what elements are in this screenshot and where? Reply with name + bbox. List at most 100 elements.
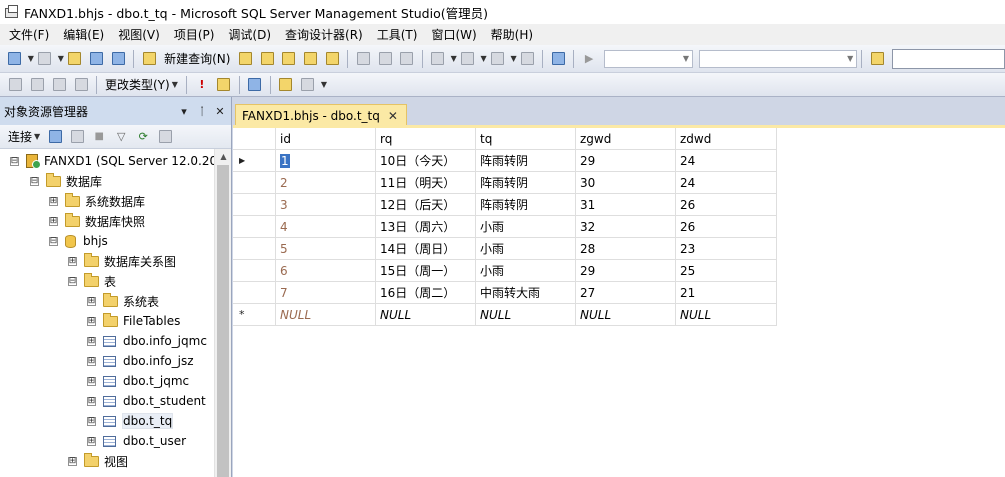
expand-icon[interactable]: ⊞ <box>87 436 96 446</box>
tree-node-system-databases[interactable]: ⊞ 系统数据库 <box>49 191 145 211</box>
column-header[interactable]: id <box>276 128 376 150</box>
expand-icon[interactable]: ⊞ <box>87 416 96 426</box>
dmx-query-icon[interactable] <box>302 50 320 68</box>
grid-cell[interactable]: 30 <box>576 172 676 194</box>
grid-cell[interactable]: 12日（后天） <box>376 194 476 216</box>
grid-cell[interactable]: NULL <box>376 304 476 326</box>
tree-node-database-snapshots[interactable]: ⊞ 数据库快照 <box>49 211 145 231</box>
grid-cell[interactable]: 29 <box>576 260 676 282</box>
menu-debug[interactable]: 调试(D) <box>221 26 278 43</box>
grid-cell[interactable]: 小雨 <box>476 216 576 238</box>
show-criteria-pane-icon[interactable] <box>28 76 46 94</box>
grid-cell[interactable]: 3 <box>276 194 376 216</box>
tree-node-views[interactable]: ⊞ 视图 <box>68 451 128 471</box>
grid-cell[interactable]: 28 <box>576 238 676 260</box>
menu-query-designer[interactable]: 查询设计器(R) <box>278 26 370 43</box>
tree-node-table-t-jqmc[interactable]: ⊞ dbo.t_jqmc <box>87 371 189 391</box>
new-project-icon[interactable] <box>6 50 24 68</box>
expand-icon[interactable]: ⊞ <box>68 256 77 266</box>
grid-cell[interactable]: 10日（今天） <box>376 150 476 172</box>
xmla-query-icon[interactable] <box>324 50 342 68</box>
tree-node-tables[interactable]: ⊟ 表 <box>68 271 116 291</box>
show-sql-pane-icon[interactable] <box>50 76 68 94</box>
find-in-files-icon[interactable] <box>868 50 886 68</box>
row-selector[interactable] <box>233 282 276 304</box>
document-tab[interactable]: FANXD1.bhjs - dbo.t_tq ✕ <box>235 104 407 127</box>
redo-icon[interactable] <box>459 50 477 68</box>
grid-cell[interactable]: 5 <box>276 238 376 260</box>
grid-cell[interactable]: 25 <box>676 260 777 282</box>
search-input[interactable] <box>892 48 1005 69</box>
grid-cell[interactable]: 7 <box>276 282 376 304</box>
new-query-button[interactable]: 新建查询(N) <box>160 50 234 67</box>
chevron-down-icon[interactable]: ▼ <box>58 54 64 63</box>
grid-cell[interactable]: 2 <box>276 172 376 194</box>
collapse-icon[interactable]: ⊟ <box>30 176 39 186</box>
chevron-down-icon[interactable]: ▼ <box>28 54 34 63</box>
collapse-icon[interactable]: ⊟ <box>68 276 77 286</box>
db-query-icon[interactable] <box>236 50 254 68</box>
tree-node-diagrams[interactable]: ⊞ 数据库关系图 <box>68 251 176 271</box>
row-selector[interactable]: ▶ <box>233 150 276 172</box>
grid-cell[interactable]: NULL <box>576 304 676 326</box>
expand-icon[interactable]: ⊞ <box>87 396 96 406</box>
solution-config-combo[interactable]: ▼ <box>699 49 858 68</box>
group-by-icon[interactable] <box>246 76 264 94</box>
tree-node-table-t-tq[interactable]: ⊞ dbo.t_tq <box>87 411 174 431</box>
grid-cell[interactable]: 6 <box>276 260 376 282</box>
execute-sql-icon[interactable]: ! <box>193 76 211 94</box>
grid-cell[interactable]: 26 <box>676 216 777 238</box>
chevron-down-icon[interactable]: ▼ <box>451 54 457 63</box>
change-type-button[interactable]: 更改类型(Y) ▼ <box>101 76 182 93</box>
tree-node-server[interactable]: ⊟ FANXD1 (SQL Server 12.0.20 <box>10 151 214 171</box>
tree-node-table-t-student[interactable]: ⊞ dbo.t_student <box>87 391 206 411</box>
window-position-icon[interactable]: ▾ <box>177 105 191 118</box>
tree-node-table-t-user[interactable]: ⊞ dbo.t_user <box>87 431 186 451</box>
tree-node-filetables[interactable]: ⊞ FileTables <box>87 311 180 331</box>
filter-icon[interactable]: ▽ <box>112 128 130 146</box>
grid-cell[interactable]: 26 <box>676 194 777 216</box>
navigate-forward-icon[interactable] <box>519 50 537 68</box>
add-derived-table-icon[interactable] <box>299 76 317 94</box>
menu-tools[interactable]: 工具(T) <box>370 26 425 43</box>
row-selector[interactable] <box>233 238 276 260</box>
row-selector[interactable] <box>233 172 276 194</box>
show-diagram-pane-icon[interactable] <box>6 76 24 94</box>
tree-node-table-info-jqmc[interactable]: ⊞ dbo.info_jqmc <box>87 331 207 351</box>
menu-window[interactable]: 窗口(W) <box>424 26 483 43</box>
menu-edit[interactable]: 编辑(E) <box>56 26 111 43</box>
add-item-icon[interactable] <box>36 50 54 68</box>
grid-cell[interactable]: 4 <box>276 216 376 238</box>
grid-cell[interactable]: 27 <box>576 282 676 304</box>
chevron-down-icon[interactable]: ▼ <box>510 54 516 63</box>
expand-icon[interactable]: ⊞ <box>68 456 77 466</box>
grid-cell[interactable]: 小雨 <box>476 238 576 260</box>
grid-cell[interactable]: 小雨 <box>476 260 576 282</box>
menu-view[interactable]: 视图(V) <box>111 26 167 43</box>
column-header[interactable]: zgwd <box>576 128 676 150</box>
grid-cell[interactable]: 21 <box>676 282 777 304</box>
save-all-icon[interactable] <box>110 50 128 68</box>
grid-cell[interactable]: 24 <box>676 172 777 194</box>
refresh-icon[interactable]: ⟳ <box>134 128 152 146</box>
pin-icon[interactable]: ᛙ <box>195 105 209 118</box>
expand-icon[interactable]: ⊞ <box>87 376 96 386</box>
navigate-icon[interactable] <box>489 50 507 68</box>
add-table-icon[interactable] <box>277 76 295 94</box>
disconnect-icon[interactable] <box>68 128 86 146</box>
tree-node-databases[interactable]: ⊟ 数据库 <box>30 171 102 191</box>
undo-icon[interactable] <box>429 50 447 68</box>
grid-cell[interactable]: 24 <box>676 150 777 172</box>
expand-icon[interactable]: ⊞ <box>87 316 96 326</box>
grid-cell[interactable]: 32 <box>576 216 676 238</box>
analysis-query-icon[interactable] <box>258 50 276 68</box>
play-icon[interactable]: ▶ <box>580 50 598 68</box>
chevron-down-icon[interactable]: ▼ <box>481 54 487 63</box>
tree-node-bhjs[interactable]: ⊟ bhjs <box>49 231 108 251</box>
activity-icon[interactable] <box>156 128 174 146</box>
expand-icon[interactable]: ⊞ <box>49 216 58 226</box>
stop-icon[interactable]: ■ <box>90 128 108 146</box>
copy-icon[interactable] <box>376 50 394 68</box>
grid-cell[interactable]: 14日（周日） <box>376 238 476 260</box>
grid-cell[interactable]: 阵雨转阴 <box>476 194 576 216</box>
